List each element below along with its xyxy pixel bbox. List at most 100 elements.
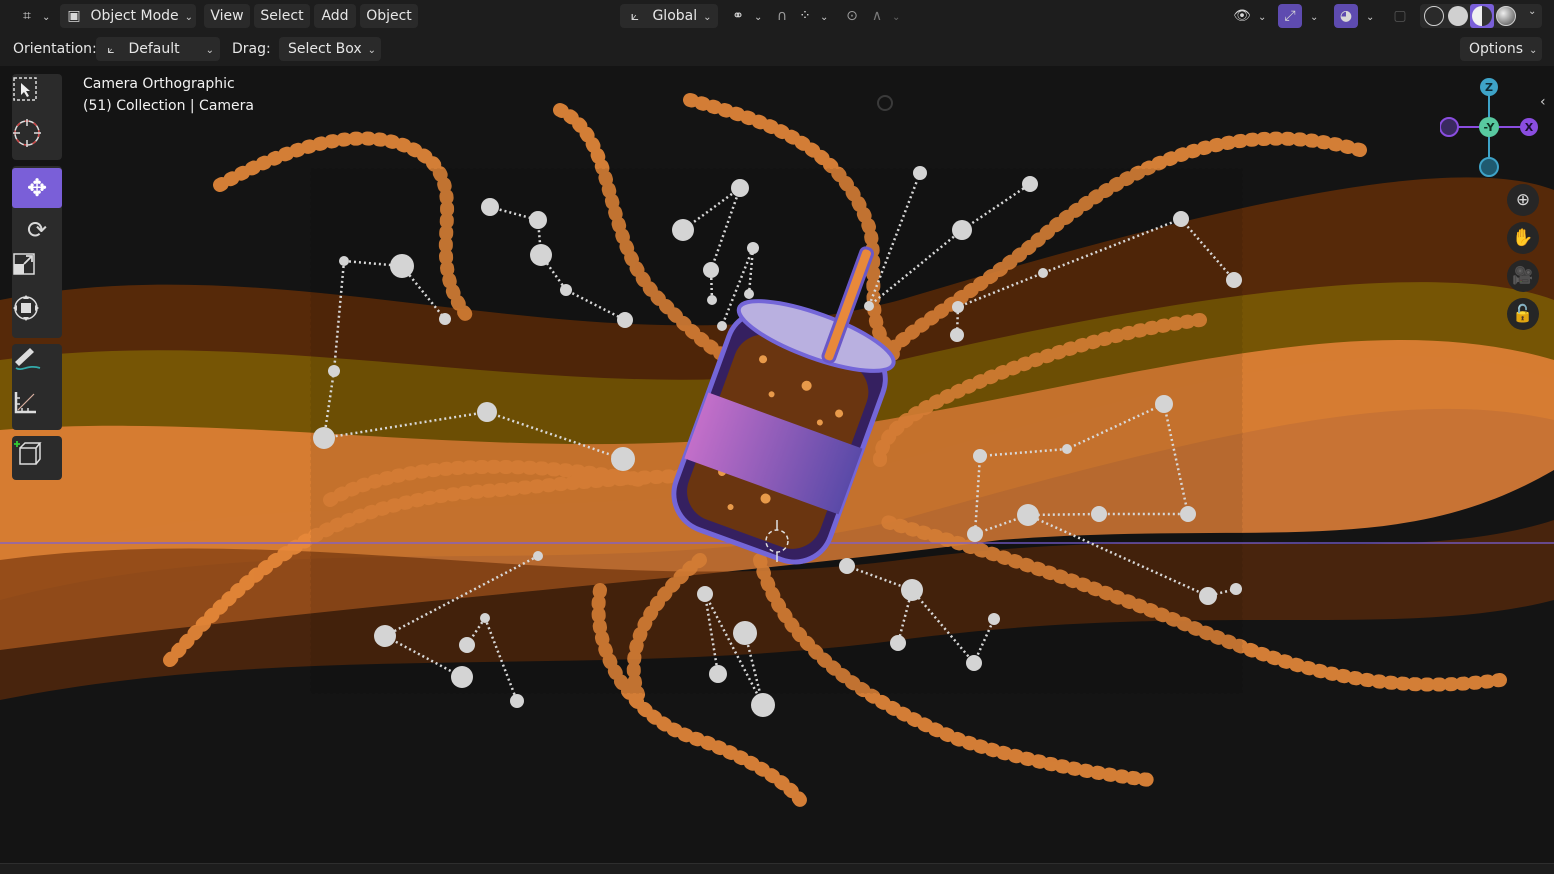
measure-icon: [14, 392, 36, 414]
viewport-scene: [0, 93, 1554, 807]
drag-label: Drag:: [232, 41, 271, 57]
xray-icon: ▢: [1393, 8, 1407, 24]
add-cube-icon: [14, 441, 42, 465]
mode-selector[interactable]: ▣ Object Mode ⌄: [60, 4, 196, 28]
lock-camera-button[interactable]: 🔓: [1507, 298, 1539, 330]
options-label: Options: [1469, 41, 1524, 57]
select-box-icon: [13, 77, 37, 101]
snap-target-dropdown[interactable]: ⁘ ⌄: [796, 4, 832, 28]
gizmo-dropdown[interactable]: ⌄: [1304, 4, 1322, 28]
overlays-icon: ◕: [1339, 8, 1353, 24]
gizmo-toggle[interactable]: ⤢: [1278, 4, 1302, 28]
rotate-tool[interactable]: ⟳: [12, 210, 62, 250]
gizmo-neg-x-axis: [1440, 117, 1459, 137]
toolbar-group-annotate: [12, 344, 62, 430]
shading-group: ⌄: [1420, 4, 1542, 28]
cursor-tool[interactable]: [12, 118, 62, 158]
toolbar-group-select: [12, 74, 62, 160]
scale-icon: [13, 253, 35, 275]
snap-toggle[interactable]: ∩: [772, 4, 792, 28]
measure-tool[interactable]: [12, 388, 62, 428]
gizmo-neg-z-axis: [1479, 157, 1499, 177]
options-dropdown[interactable]: Options ⌄: [1460, 37, 1542, 61]
mode-label: Object Mode: [90, 8, 179, 24]
pan-hand-icon: ✋: [1512, 228, 1534, 248]
gizmo-y-label: -Y: [1484, 121, 1496, 134]
pan-button[interactable]: ✋: [1507, 222, 1539, 254]
orientation-dropdown[interactable]: ⟀ Default ⌄: [96, 37, 220, 61]
select-box-tool[interactable]: [12, 76, 62, 116]
camera-view-button[interactable]: 🎥: [1507, 260, 1539, 292]
zoom-button[interactable]: ⊕: [1507, 184, 1539, 216]
light-icon: [877, 95, 893, 111]
viewport-3d[interactable]: Camera Orthographic (51) Collection | Ca…: [0, 66, 1554, 863]
orientation-default-icon: ⟀: [107, 42, 115, 56]
gizmo-x-label: X: [1525, 121, 1534, 134]
menu-object[interactable]: Object: [360, 4, 418, 28]
status-bar: [0, 863, 1554, 874]
chevron-down-icon: ⌄: [1258, 12, 1267, 23]
pivot-point-dropdown[interactable]: ⚭ ⌄: [728, 4, 764, 28]
sidebar-toggle-arrow[interactable]: ‹: [1540, 94, 1546, 110]
wireframe-shading-icon[interactable]: [1424, 6, 1444, 26]
menu-select[interactable]: Select: [254, 4, 310, 28]
proportional-edit-icon: ⊙: [846, 8, 858, 24]
drag-value: Select Box: [288, 41, 362, 57]
chevron-down-icon: ⌄: [703, 12, 712, 23]
orientation-label: Orientation:: [13, 41, 97, 57]
chevron-down-icon: ⌄: [1366, 12, 1375, 23]
snap-increment-icon: ⁘: [799, 8, 811, 24]
snap-magnet-icon: ∩: [776, 8, 788, 24]
orientation-global-label: Global: [652, 8, 698, 24]
chevron-down-icon: ⌄: [205, 45, 214, 56]
move-tool[interactable]: ✥: [12, 168, 62, 208]
falloff-curve-icon: ∧: [871, 8, 883, 24]
drag-dropdown[interactable]: Select Box ⌄: [279, 37, 381, 61]
menu-add[interactable]: Add: [314, 4, 356, 28]
move-icon: ✥: [26, 174, 48, 202]
menu-view[interactable]: View: [204, 4, 250, 28]
scale-tool[interactable]: [12, 252, 62, 292]
toolbar-group-transform: ✥ ⟳: [12, 166, 62, 338]
overlays-dropdown[interactable]: ⌄: [1360, 4, 1378, 28]
rendered-shading-icon[interactable]: [1496, 6, 1516, 26]
visibility-dropdown[interactable]: 👁 ⌄: [1232, 4, 1272, 28]
orientation-axes-icon: ⟀: [630, 8, 640, 24]
navigation-gizmo[interactable]: Z X -Y: [1440, 78, 1540, 178]
annotate-tool[interactable]: [12, 346, 62, 386]
add-cube-tool[interactable]: [12, 438, 62, 478]
chevron-down-icon: ⌄: [184, 12, 194, 23]
material-shading-icon: [1472, 6, 1492, 26]
collection-info: (51) Collection | Camera: [83, 98, 254, 114]
overlays-toggle[interactable]: ◕: [1334, 4, 1358, 28]
gizmo-z-label: Z: [1485, 81, 1493, 94]
visibility-eye-icon: 👁: [1233, 8, 1251, 24]
chevron-down-icon: ⌄: [892, 12, 901, 23]
proportional-edit-toggle[interactable]: ⊙: [842, 4, 864, 28]
material-shading-button[interactable]: [1470, 4, 1494, 28]
view-name: Camera Orthographic: [83, 76, 235, 92]
transform-tool[interactable]: [12, 294, 62, 334]
transform-orientation-dropdown[interactable]: ⟀ Global ⌄: [620, 4, 718, 28]
chevron-down-icon[interactable]: ⌄: [1528, 6, 1536, 17]
editor-type-button[interactable]: ⌗ ⌄: [18, 4, 50, 28]
cursor-icon: [13, 119, 41, 147]
chevron-down-icon: ⌄: [1529, 45, 1538, 56]
chevron-down-icon: ⌄: [820, 12, 829, 23]
xray-toggle[interactable]: ▢: [1390, 4, 1412, 28]
viewport-header: ⌗ ⌄ ▣ Object Mode ⌄ View Select Add Object…: [0, 0, 1554, 32]
object-mode-icon: ▣: [67, 8, 81, 24]
editor-type-icon: ⌗: [23, 8, 31, 24]
camera-view-icon: 🎥: [1512, 266, 1534, 286]
link-icon: ⚭: [732, 8, 744, 24]
falloff-dropdown[interactable]: ∧ ⌄: [868, 4, 906, 28]
chevron-down-icon: ⌄: [367, 45, 377, 56]
rotate-icon: ⟳: [26, 216, 48, 244]
tool-settings-header: Orientation: ⟀ Default ⌄ Drag: Select Box…: [0, 32, 1554, 66]
chevron-down-icon: ⌄: [754, 12, 763, 23]
zoom-icon: ⊕: [1515, 190, 1531, 210]
annotate-icon: [15, 348, 41, 371]
orientation-value: Default: [128, 41, 180, 57]
solid-shading-icon[interactable]: [1448, 6, 1468, 26]
toolbar-group-add: [12, 436, 62, 480]
